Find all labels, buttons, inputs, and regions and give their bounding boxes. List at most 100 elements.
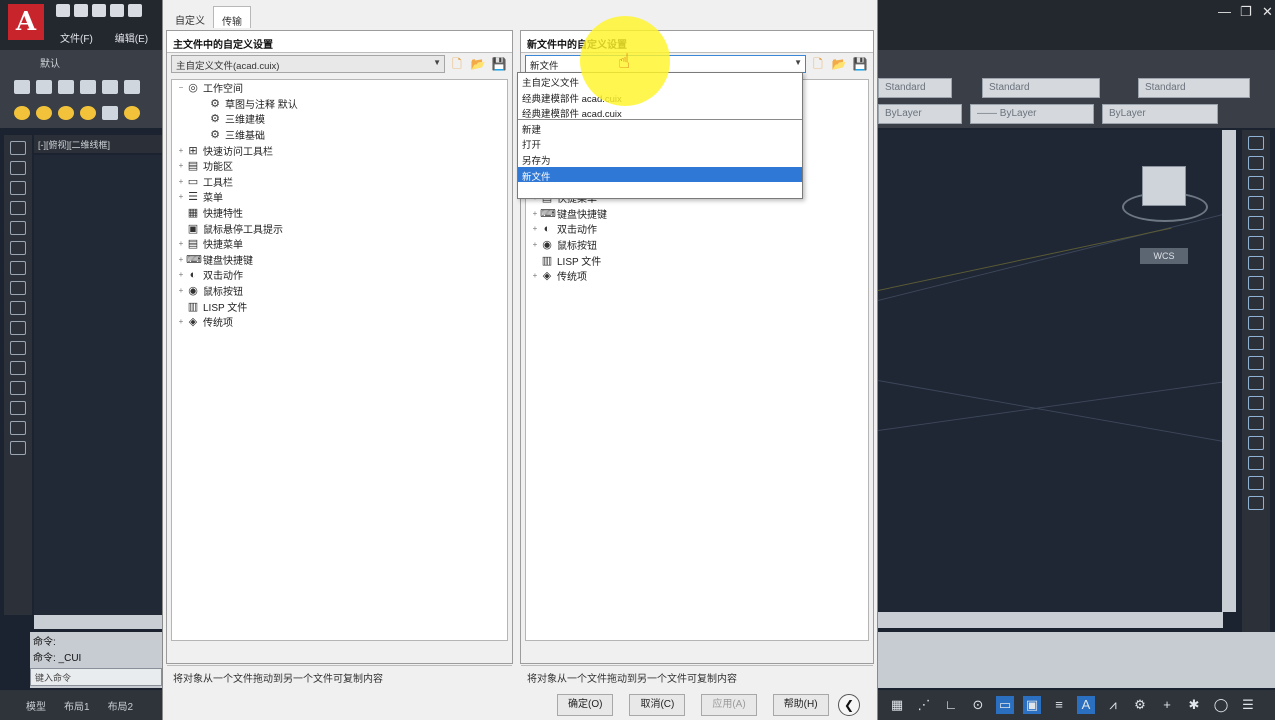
- command-input[interactable]: 键入命令: [30, 668, 162, 686]
- table-style-combo[interactable]: Standard: [1138, 78, 1250, 98]
- break-icon[interactable]: [1248, 356, 1264, 370]
- array-icon[interactable]: [1248, 216, 1264, 230]
- tree-item[interactable]: ⚙ 草图与注释 默认: [172, 96, 507, 112]
- expand-toggle-icon[interactable]: +: [530, 224, 540, 233]
- stretch-icon[interactable]: [1248, 296, 1264, 310]
- tree-item[interactable]: +▤ 快捷菜单: [172, 236, 507, 252]
- vertical-scrollbar-right[interactable]: [1222, 130, 1236, 612]
- snap-mode-icon[interactable]: ⋰: [915, 696, 933, 714]
- dropdown-option[interactable]: 新建: [518, 120, 802, 136]
- expand-toggle-icon[interactable]: +: [176, 192, 186, 201]
- dropdown-option[interactable]: 打开: [518, 135, 802, 151]
- expand-toggle-icon[interactable]: +: [176, 270, 186, 279]
- tree-item[interactable]: ⚙ 三维建模: [172, 111, 507, 127]
- tree-item[interactable]: + ⊞ 快速访问工具栏: [172, 142, 507, 158]
- draw-rectangle-icon[interactable]: [10, 201, 26, 215]
- extend-icon[interactable]: [1248, 336, 1264, 350]
- draw-ellipse-icon[interactable]: [10, 281, 26, 295]
- tree-item[interactable]: + ◈ 传统项: [172, 314, 507, 330]
- print-icon[interactable]: [128, 4, 142, 17]
- grid-mode-icon[interactable]: ▦: [888, 696, 906, 714]
- tree-item[interactable]: ▥ LISP 文件: [526, 252, 868, 268]
- dim-style-combo[interactable]: Standard: [982, 78, 1100, 98]
- otrack-icon[interactable]: ▣: [1023, 696, 1041, 714]
- tree-item[interactable]: + ⌨ 键盘快捷键: [172, 252, 507, 268]
- hatch-icon[interactable]: [124, 80, 140, 94]
- ribbon-tab-default[interactable]: 默认: [40, 55, 60, 70]
- insert-block-icon[interactable]: [10, 301, 26, 315]
- cancel-button[interactable]: 取消(C): [629, 694, 686, 716]
- tree-item[interactable]: + ◐ 双击动作: [526, 221, 868, 237]
- point-icon[interactable]: [10, 321, 26, 335]
- horizontal-scrollbar-right[interactable]: [878, 612, 1223, 628]
- rotate-icon[interactable]: [1248, 256, 1264, 270]
- expand-toggle-icon[interactable]: +: [176, 161, 186, 170]
- open-folder-icon[interactable]: 📂: [830, 55, 848, 73]
- region-icon[interactable]: [10, 381, 26, 395]
- annotation-scale-icon[interactable]: ⩘: [1104, 696, 1122, 714]
- hardware-accel-icon[interactable]: ✱: [1185, 696, 1203, 714]
- expand-toggle-icon[interactable]: +: [530, 240, 540, 249]
- expand-toggle-icon[interactable]: +: [530, 271, 540, 280]
- expand-toggle-icon[interactable]: +: [176, 177, 186, 186]
- osnap-icon[interactable]: ▭: [996, 696, 1014, 714]
- viewport-label[interactable]: [-][俯视][二维线框]: [34, 135, 162, 153]
- draw-polygon-icon[interactable]: [10, 181, 26, 195]
- circle-icon[interactable]: [58, 80, 74, 94]
- menu-item-file[interactable]: 文件(F): [60, 30, 93, 45]
- layer-color-icon[interactable]: [80, 106, 96, 120]
- menu-item-edit[interactable]: 编辑(E): [115, 30, 148, 45]
- workspace-switch-icon[interactable]: ⚙: [1131, 696, 1149, 714]
- layer-freeze-icon[interactable]: [36, 106, 52, 120]
- tree-item[interactable]: ▥ LISP 文件: [172, 298, 507, 314]
- explode-icon[interactable]: [1248, 436, 1264, 450]
- tree-item[interactable]: + ▤ 功能区: [172, 158, 507, 174]
- draw-polyline-icon[interactable]: [10, 161, 26, 175]
- gradient-icon[interactable]: [10, 361, 26, 375]
- chamfer-icon[interactable]: [1248, 396, 1264, 410]
- join-icon[interactable]: [1248, 376, 1264, 390]
- tree-item[interactable]: + ◐ 双击动作: [172, 267, 507, 283]
- save-icon[interactable]: 💾: [851, 55, 869, 73]
- main-file-tree[interactable]: − ◎ 工作空间 ⚙ 草图与注释 默认 ⚙ 三维建模 ⚙ 三维基础 + ⊞ 快速访问工具栏 + ▤ 功能区 +…: [171, 79, 508, 641]
- dropdown-option[interactable]: 另存为: [518, 151, 802, 167]
- leader-icon[interactable]: [1248, 476, 1264, 490]
- autocad-logo[interactable]: A: [8, 4, 44, 40]
- viewcube-icon[interactable]: [1142, 166, 1186, 206]
- layer-lock-icon[interactable]: [58, 106, 74, 120]
- help-button[interactable]: 帮助(H): [772, 694, 829, 716]
- save-as-icon[interactable]: [110, 4, 124, 17]
- tree-item[interactable]: ▦ 快捷特性: [172, 205, 507, 221]
- new-cui-file-icon[interactable]: 🗋: [809, 55, 827, 73]
- ok-button[interactable]: 确定(O): [557, 694, 614, 716]
- tab-layout2[interactable]: 布局2: [108, 698, 134, 713]
- drawing-canvas-right[interactable]: WCS: [878, 130, 1223, 612]
- text-icon[interactable]: [10, 421, 26, 435]
- expand-toggle-icon[interactable]: +: [176, 239, 186, 248]
- lineweight-icon[interactable]: ≡: [1050, 696, 1068, 714]
- tree-item[interactable]: + ◈ 传统项: [526, 268, 868, 284]
- tree-item[interactable]: + ◉ 鼠标按钮: [172, 283, 507, 299]
- expand-toggle-icon[interactable]: +: [176, 317, 186, 326]
- expand-toggle-icon[interactable]: +: [176, 146, 186, 155]
- apply-button[interactable]: 应用(A): [701, 694, 757, 716]
- chevron-down-icon[interactable]: ▼: [433, 58, 441, 67]
- tree-item[interactable]: ⚙ 三维基础: [172, 127, 507, 143]
- dimension-icon[interactable]: [1248, 456, 1264, 470]
- layer-properties-icon[interactable]: [102, 106, 118, 120]
- tree-item[interactable]: + ▭ 工具栏: [172, 174, 507, 190]
- text-style-combo[interactable]: Standard: [878, 78, 952, 98]
- new-file-icon[interactable]: [56, 4, 70, 17]
- save-icon[interactable]: 💾: [490, 55, 508, 73]
- expand-toggle-icon[interactable]: +: [176, 255, 186, 264]
- line-icon[interactable]: [14, 80, 30, 94]
- collapse-icon[interactable]: ❮: [838, 694, 860, 716]
- main-file-combo[interactable]: 主自定义文件(acad.cuix) ▼: [171, 55, 445, 73]
- mirror-icon[interactable]: [1248, 176, 1264, 190]
- draw-arc-icon[interactable]: [10, 221, 26, 235]
- rectangle-icon[interactable]: [102, 80, 118, 94]
- customize-icon[interactable]: ☰: [1239, 696, 1257, 714]
- hatch-icon[interactable]: [10, 341, 26, 355]
- isolate-icon[interactable]: ◯: [1212, 696, 1230, 714]
- open-file-icon[interactable]: [74, 4, 88, 17]
